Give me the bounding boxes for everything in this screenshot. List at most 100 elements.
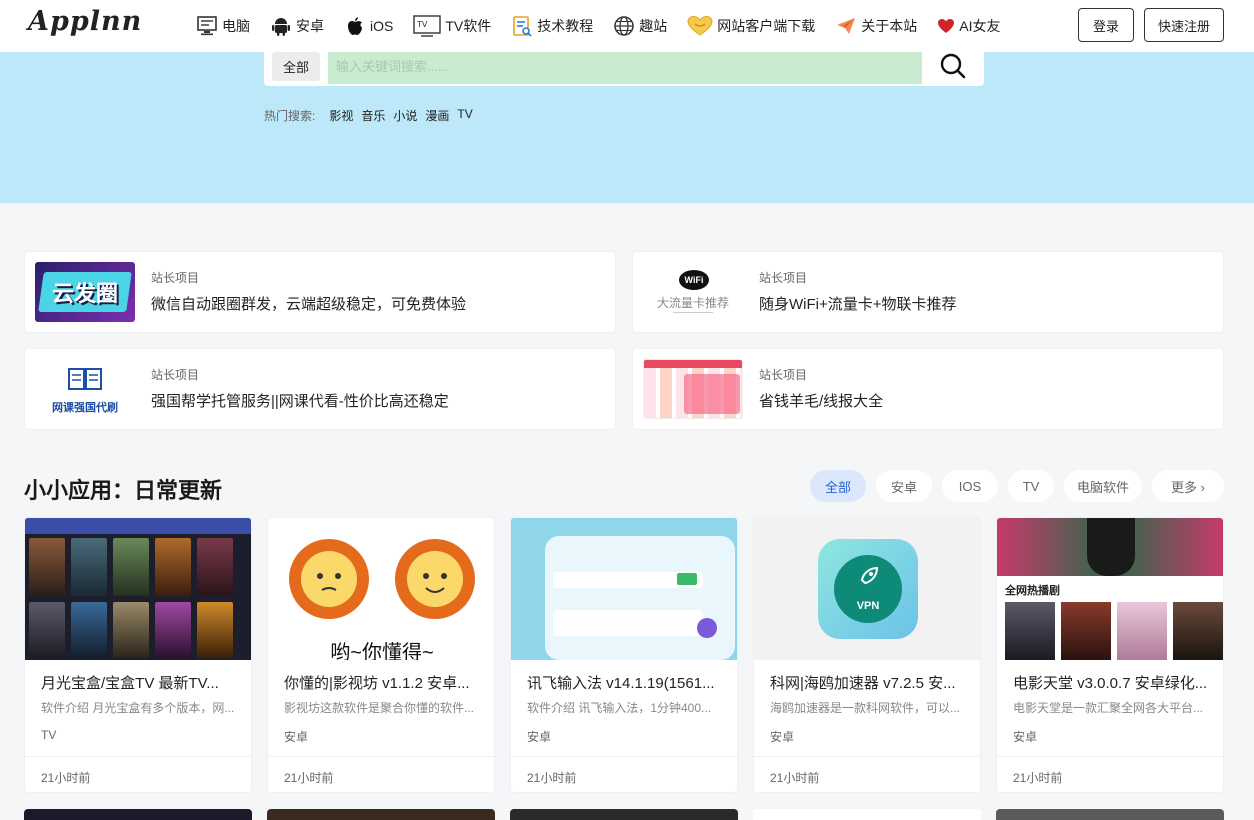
app-category[interactable]: 安卓 xyxy=(1013,728,1037,745)
section-title: 小小应用：日常更新 xyxy=(24,478,223,503)
next-row-card-peek xyxy=(753,809,981,820)
app-title[interactable]: 电影天堂 v3.0.0.7 安卓绿化... xyxy=(1013,672,1213,693)
search-category-select[interactable]: 全部 xyxy=(272,52,320,81)
filter-ios[interactable]: IOS xyxy=(942,470,998,502)
app-title[interactable]: 月光宝盒/宝盒TV 最新TV... xyxy=(41,672,241,693)
promo-title[interactable]: 强国帮学托管服务||网课代看-性价比高还稳定 xyxy=(151,390,449,411)
nav-item-fun-sites[interactable]: 趣站 xyxy=(613,15,667,37)
promo-thumb-text: 网课强国代刷 xyxy=(52,402,118,414)
apple-icon xyxy=(344,15,366,37)
hot-tag[interactable]: 漫画 xyxy=(425,107,449,124)
divider xyxy=(25,756,251,757)
app-timestamp: 21小时前 xyxy=(1013,771,1063,785)
app-category[interactable]: 安卓 xyxy=(770,728,794,745)
nav-label: 网站客户端下载 xyxy=(717,18,816,34)
app-description: 软件介绍 讯飞输入法，1分钟400... xyxy=(527,701,712,715)
filter-pc-software[interactable]: 电脑软件 xyxy=(1064,470,1142,502)
nav-item-tutorial[interactable]: 技术教程 xyxy=(511,15,593,37)
vpn-label: VPN xyxy=(856,600,880,612)
promo-title[interactable]: 省钱羊毛/线报大全 xyxy=(759,390,883,411)
hot-tag[interactable]: 音乐 xyxy=(361,107,385,124)
thumb-heading: 全网热播剧 xyxy=(1005,585,1060,597)
app-description: 海鸥加速器是一款科网软件，可以... xyxy=(770,701,961,715)
filter-more[interactable]: 更多 › xyxy=(1152,470,1224,502)
svg-text:TV: TV xyxy=(416,20,428,29)
promo-tag: 站长项目 xyxy=(151,368,200,382)
nav-item-about[interactable]: 关于本站 xyxy=(835,15,917,37)
heart-badge-icon xyxy=(687,15,713,37)
next-row-card-peek xyxy=(24,809,252,820)
heart-icon xyxy=(937,15,955,37)
nav-item-android[interactable]: 安卓 xyxy=(270,15,324,37)
nav-label: 电脑 xyxy=(222,18,250,34)
site-logo[interactable]: Applnn xyxy=(28,6,142,37)
category-filters: 全部 安卓 IOS TV 电脑软件 更多 › xyxy=(810,470,1224,502)
nav-item-tv[interactable]: TV TV软件 xyxy=(413,15,491,37)
app-title[interactable]: 科网|海鸥加速器 v7.2.5 安... xyxy=(770,672,970,693)
promo-title[interactable]: 微信自动跟圈群发，云端超级稳定，可免费体验 xyxy=(151,293,466,314)
promo-card[interactable]: 网课强国代刷 站长项目 强国帮学托管服务||网课代看-性价比高还稳定 xyxy=(24,348,616,430)
hot-search-label: 热门搜索: xyxy=(264,109,316,123)
app-description: 电影天堂是一款汇聚全网各大平台... xyxy=(1013,701,1204,715)
login-button[interactable]: 登录 xyxy=(1078,8,1134,42)
promo-tag: 站长项目 xyxy=(759,271,808,285)
search-input[interactable] xyxy=(328,48,922,84)
filter-tv[interactable]: TV xyxy=(1008,470,1054,502)
search-button[interactable] xyxy=(922,48,984,84)
android-icon xyxy=(270,15,292,37)
globe-icon xyxy=(613,15,635,37)
promo-title[interactable]: 随身WiFi+流量卡+物联卡推荐 xyxy=(759,293,957,314)
hero-banner: 全部 热门搜索: 影视 音乐 小说 漫画 TV xyxy=(0,48,1254,203)
nav-label: 趣站 xyxy=(639,18,668,34)
app-title[interactable]: 讯飞输入法 v14.1.19(1561... xyxy=(527,672,727,693)
tv-icon: TV xyxy=(413,15,442,37)
app-thumbnail: 哟~你懂得~ xyxy=(268,518,494,660)
filter-all[interactable]: 全部 xyxy=(810,470,866,502)
register-button[interactable]: 快速注册 xyxy=(1144,8,1224,42)
app-card[interactable]: 全网热播剧 电影天堂 v3.0.0.7 安卓绿化... 电影天堂是一款汇聚全网各… xyxy=(996,517,1224,793)
promo-tag: 站长项目 xyxy=(759,368,808,382)
nav-item-ai-girlfriend[interactable]: AI女友 xyxy=(937,15,1000,37)
nav-item-desktop[interactable]: 电脑 xyxy=(196,15,250,37)
app-thumbnail: 全网热播剧 xyxy=(997,518,1223,660)
app-card[interactable]: 哟~你懂得~ 你懂的|影视坊 v1.1.2 安卓... 影视坊这款软件是聚合你懂… xyxy=(267,517,495,793)
app-card[interactable]: 讯飞输入法 v14.1.19(1561... 软件介绍 讯飞输入法，1分钟400… xyxy=(510,517,738,793)
nav-label: 技术教程 xyxy=(537,18,594,34)
nav-item-client-download[interactable]: 网站客户端下载 xyxy=(687,15,815,37)
nav-label: 安卓 xyxy=(296,18,324,34)
promo-card[interactable]: 站长项目 省钱羊毛/线报大全 xyxy=(632,348,1224,430)
search-icon xyxy=(940,53,966,79)
app-category[interactable]: 安卓 xyxy=(284,728,308,745)
nav-label: AI女友 xyxy=(959,18,1001,34)
filter-android[interactable]: 安卓 xyxy=(876,470,932,502)
promo-tag: 站长项目 xyxy=(151,271,200,285)
app-title[interactable]: 你懂的|影视坊 v1.1.2 安卓... xyxy=(284,672,484,693)
app-category[interactable]: TV xyxy=(41,728,56,742)
app-timestamp: 21小时前 xyxy=(41,771,91,785)
hot-tag[interactable]: 影视 xyxy=(329,107,353,124)
rocket-icon xyxy=(860,566,879,585)
app-card[interactable]: VPN 科网|海鸥加速器 v7.2.5 安... 海鸥加速器是一款科网软件，可以… xyxy=(753,517,981,793)
app-description: 软件介绍 月光宝盒有多个版本，网... xyxy=(41,701,235,715)
promo-thumbnail: 云发圈 xyxy=(35,262,135,322)
search-bar: 全部 xyxy=(264,48,984,86)
hot-tag[interactable]: 小说 xyxy=(393,107,417,124)
app-timestamp: 21小时前 xyxy=(770,771,820,785)
nav-item-ios[interactable]: iOS xyxy=(344,15,393,37)
next-row-card-peek xyxy=(996,809,1224,820)
app-thumbnail xyxy=(25,518,251,660)
nav-label: 关于本站 xyxy=(861,18,918,34)
desktop-icon xyxy=(196,15,218,37)
main-nav: 电脑 安卓 iOS TV TV软件 技术教程 趣站 网站客户端下载 关于本站 A… xyxy=(196,0,1020,52)
divider xyxy=(754,756,980,757)
app-card[interactable]: 月光宝盒/宝盒TV 最新TV... 软件介绍 月光宝盒有多个版本，网... TV… xyxy=(24,517,252,793)
book-icon xyxy=(68,368,102,390)
divider xyxy=(268,756,494,757)
hot-tag[interactable]: TV xyxy=(457,107,472,124)
top-header: Applnn 电脑 安卓 iOS TV TV软件 技术教程 趣站 网站客户端下载… xyxy=(0,0,1254,52)
app-category[interactable]: 安卓 xyxy=(527,728,551,745)
wifi-badge: WiFi xyxy=(679,270,709,290)
app-thumbnail xyxy=(511,518,737,660)
promo-card[interactable]: WiFi 大流量卡推荐 站长项目 随身WiFi+流量卡+物联卡推荐 xyxy=(632,251,1224,333)
promo-card[interactable]: 云发圈 站长项目 微信自动跟圈群发，云端超级稳定，可免费体验 xyxy=(24,251,616,333)
